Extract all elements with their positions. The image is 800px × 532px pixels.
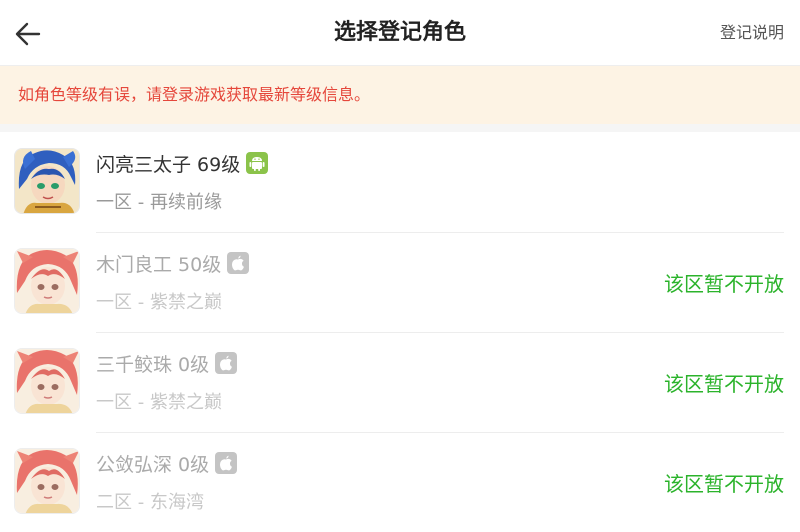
role-name: 公敛弘深 0级 <box>96 453 210 476</box>
zone-closed-status: 该区暂不开放 <box>664 272 784 296</box>
server-name: 二区 - 东海湾 <box>96 492 204 513</box>
role-list: 闪亮三太子 69级 一区 - 再续前缘 木门良工 50级 一区 - 紫禁之巅 该… <box>0 132 800 532</box>
role-name: 木门良工 50级 <box>96 253 222 276</box>
top-bar: 选择登记角色 登记说明 <box>0 0 800 66</box>
android-icon <box>246 152 269 174</box>
role-name: 三千鲛珠 0级 <box>96 353 210 376</box>
apple-icon <box>215 452 238 474</box>
server-name: 一区 - 紫禁之巅 <box>96 292 222 313</box>
zone-closed-status: 该区暂不开放 <box>664 472 784 496</box>
server-name: 一区 - 再续前缘 <box>96 192 222 213</box>
role-row[interactable]: 木门良工 50级 一区 - 紫禁之巅 该区暂不开放 <box>0 232 800 333</box>
page-title: 选择登记角色 <box>333 20 466 45</box>
character-avatar <box>14 248 80 314</box>
character-avatar <box>14 148 80 214</box>
role-name: 闪亮三太子 69级 <box>96 153 241 176</box>
apple-icon <box>227 252 250 274</box>
level-notice-banner: 如角色等级有误，请登录游戏获取最新等级信息。 <box>0 66 800 124</box>
character-avatar <box>14 348 80 414</box>
role-row[interactable]: 公敛弘深 0级 二区 - 东海湾 该区暂不开放 <box>0 432 800 532</box>
apple-icon <box>215 352 238 374</box>
zone-closed-status: 该区暂不开放 <box>664 372 784 396</box>
role-row[interactable]: 三千鲛珠 0级 一区 - 紫禁之巅 该区暂不开放 <box>0 332 800 433</box>
character-avatar <box>14 448 80 514</box>
server-name: 一区 - 紫禁之巅 <box>96 392 222 413</box>
role-row[interactable]: 闪亮三太子 69级 一区 - 再续前缘 <box>0 132 800 233</box>
registration-help-link[interactable]: 登记说明 <box>720 0 784 66</box>
section-gap <box>0 124 800 132</box>
